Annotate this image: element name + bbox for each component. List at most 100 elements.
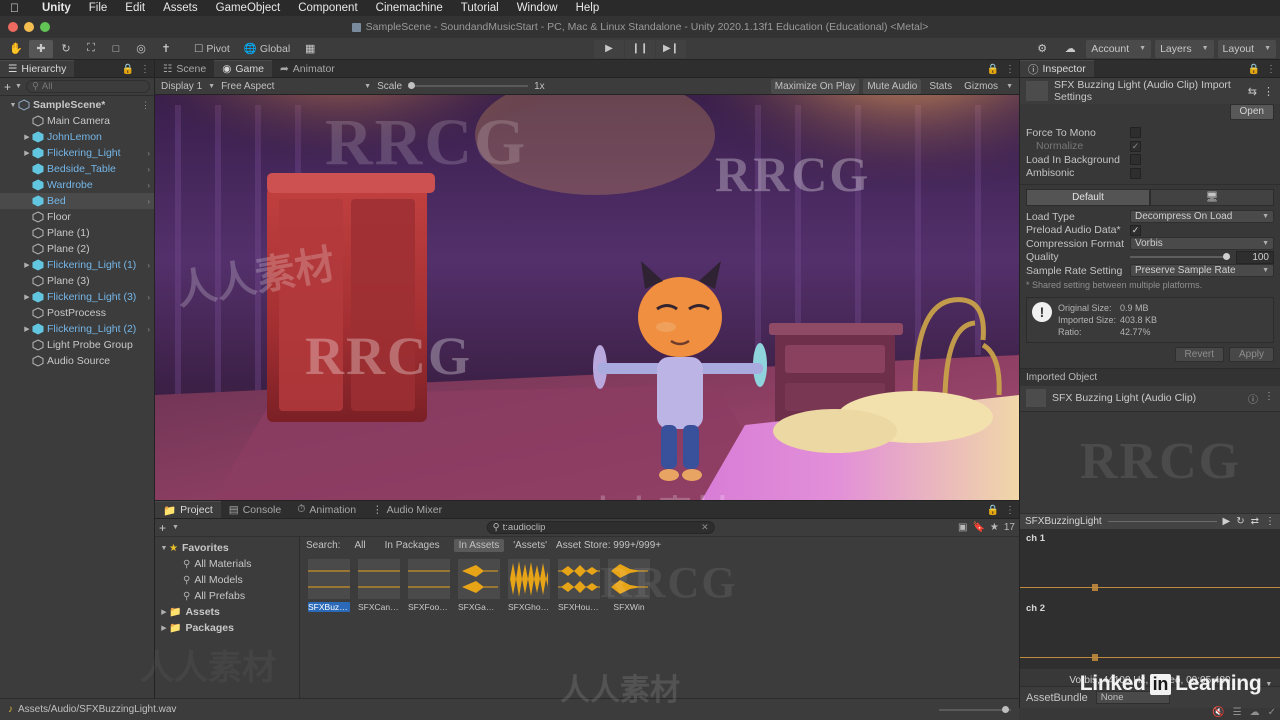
hierarchy-list[interactable]: ▼ SampleScene* ⋮ Main Camera ▶ JohnLemon ▶ Flic… — [0, 96, 154, 708]
expand-prefab-icon[interactable]: › — [147, 293, 150, 302]
chevron-down-icon[interactable]: ▼ — [1265, 681, 1272, 688]
filter-chip-all[interactable]: All — [349, 539, 370, 552]
platform-tab-standalone[interactable]: 🖥 — [1150, 189, 1274, 206]
chevron-down-icon[interactable]: ▼ — [8, 102, 18, 109]
hierarchy-item[interactable]: Wardrobe › — [0, 177, 154, 193]
tab-scene[interactable]: ☷ Scene — [155, 60, 215, 77]
mute-audio-button[interactable]: Mute Audio — [863, 78, 922, 94]
scene-menu-icon[interactable]: ⋮ — [141, 100, 150, 111]
expand-prefab-icon[interactable]: › — [147, 149, 150, 158]
chevron-right-icon[interactable]: ▶ — [22, 325, 32, 333]
stats-button[interactable]: Stats — [925, 79, 956, 94]
menu-icon[interactable]: ⋮ — [1263, 85, 1274, 98]
maximize-button[interactable] — [40, 22, 50, 32]
menu-edit[interactable]: Edit — [116, 2, 154, 14]
menu-icon[interactable]: ⋮ — [1266, 64, 1276, 75]
layers-dropdown[interactable]: Layers ▼ — [1155, 39, 1214, 58]
tab-audio-mixer[interactable]: ⋮ Audio Mixer — [364, 501, 451, 518]
open-button[interactable]: Open — [1229, 104, 1274, 120]
game-view-render[interactable]: RRCG 人人素材 RRCG RRCG 人人素材 — [155, 95, 1019, 500]
project-tree-item[interactable]: ⚲ All Models — [155, 572, 299, 588]
chevron-right-icon[interactable]: ▶ — [159, 624, 169, 632]
hierarchy-item[interactable]: PostProcess — [0, 305, 154, 321]
chevron-right-icon[interactable]: ▶ — [22, 133, 32, 141]
asset-item[interactable]: SFXFootst... — [408, 559, 450, 612]
asset-waveform-thumbnail[interactable] — [608, 559, 650, 599]
asset-waveform-thumbnail[interactable] — [508, 559, 550, 599]
project-folder-tree[interactable]: ▼ ★ Favorites ⚲ All Materials ⚲ All Models ⚲ All… — [155, 537, 300, 708]
asset-waveform-thumbnail[interactable] — [308, 559, 350, 599]
toggle-checkbox[interactable] — [1130, 154, 1141, 166]
asset-waveform-thumbnail[interactable] — [358, 559, 400, 599]
menu-cinemachine[interactable]: Cinemachine — [367, 2, 452, 14]
hierarchy-item[interactable]: ▶ Flickering_Light (3) › — [0, 289, 154, 305]
play-button[interactable]: ▶ — [594, 39, 624, 58]
hierarchy-item[interactable]: Plane (2) — [0, 241, 154, 257]
menu-window[interactable]: Window — [508, 2, 567, 14]
hierarchy-item[interactable]: ▶ JohnLemon — [0, 129, 154, 145]
filter-label-icon[interactable]: 🔖 — [972, 522, 984, 533]
collab-icon[interactable]: ⚙ — [1030, 39, 1055, 58]
menu-gameobject[interactable]: GameObject — [207, 2, 290, 14]
rotate-tool-icon[interactable]: ↻ — [54, 39, 78, 58]
expand-prefab-icon[interactable]: › — [147, 325, 150, 334]
menu-help[interactable]: Help — [567, 2, 609, 14]
menu-unity[interactable]: Unity — [33, 2, 80, 14]
menu-icon[interactable]: ⋮ — [1264, 391, 1274, 406]
tab-animation[interactable]: ⏱ Animation — [289, 501, 365, 518]
chevron-down-icon[interactable]: ▼ — [1006, 83, 1013, 90]
hierarchy-item[interactable]: ▶ Flickering_Light › — [0, 145, 154, 161]
tab-project[interactable]: 📁 Project — [155, 501, 221, 518]
custom-tool-icon[interactable]: ✝ — [154, 39, 178, 58]
thumbnail-size-slider[interactable] — [939, 705, 1011, 713]
hierarchy-item[interactable]: Bedside_Table › — [0, 161, 154, 177]
asset-item[interactable]: SFXCandle — [358, 559, 400, 612]
gizmos-button[interactable]: Gizmos — [960, 79, 1002, 94]
grid-snap-icon[interactable]: ▦ — [298, 39, 323, 58]
menu-assets[interactable]: Assets — [154, 2, 207, 14]
rect-tool-icon[interactable]: □ — [104, 39, 128, 58]
setting-dropdown[interactable]: Vorbis ▼ — [1130, 237, 1274, 251]
window-controls[interactable] — [0, 22, 50, 32]
hierarchy-search-input[interactable]: ⚲ All — [25, 80, 150, 93]
apple-logo-icon[interactable]:  — [10, 1, 19, 15]
preset-icon[interactable]: ⇆ — [1248, 85, 1257, 98]
close-button[interactable] — [8, 22, 18, 32]
play-icon[interactable]: ▶ — [1223, 516, 1231, 527]
asset-item[interactable]: SFXHouse... — [558, 559, 600, 612]
inspector-setting-row[interactable]: Compression Format Vorbis ▼ — [1020, 237, 1280, 251]
help-icon[interactable]: ⓘ — [1248, 391, 1258, 406]
chevron-right-icon[interactable]: ▶ — [22, 293, 32, 301]
hierarchy-item[interactable]: Main Camera — [0, 113, 154, 129]
filter-type-icon[interactable]: ▣ — [958, 522, 967, 533]
chevron-right-icon[interactable]: ▶ — [159, 608, 169, 616]
hierarchy-item[interactable]: Plane (1) — [0, 225, 154, 241]
display-dropdown[interactable]: Display 1 ▼ — [161, 81, 215, 92]
asset-item[interactable]: SFXBuzzin... — [308, 559, 350, 612]
chevron-right-icon[interactable]: ▶ — [22, 261, 32, 269]
chevron-right-icon[interactable]: ▶ — [22, 149, 32, 157]
revert-button[interactable]: Revert — [1174, 346, 1224, 362]
setting-dropdown[interactable]: Preserve Sample Rate ▼ — [1130, 264, 1274, 278]
expand-prefab-icon[interactable]: › — [147, 261, 150, 270]
project-tree-item[interactable]: ▶ 📁 Assets — [155, 604, 299, 620]
setting-dropdown[interactable]: Decompress On Load ▼ — [1130, 210, 1274, 224]
waveform-preview[interactable]: ch 1 ch 2 — [1020, 529, 1280, 669]
aspect-dropdown[interactable]: Free Aspect ▼ — [221, 81, 371, 92]
mute-icon[interactable]: 🔇 — [1212, 707, 1224, 718]
lock-icon[interactable]: 🔒 — [1248, 64, 1260, 75]
minimize-button[interactable] — [24, 22, 34, 32]
move-tool-icon[interactable]: ✚ — [29, 39, 53, 58]
layout-dropdown[interactable]: Layout ▼ — [1217, 39, 1276, 58]
global-toggle[interactable]: 🌐 Global — [237, 39, 297, 58]
project-search-input[interactable]: ⚲ t:audioclip ✕ — [486, 521, 715, 534]
tab-inspector[interactable]: ⓘ Inspector — [1020, 60, 1094, 77]
hierarchy-item[interactable]: ▶ Flickering_Light (1) › — [0, 257, 154, 273]
collab-status-icon[interactable]: ☁ — [1250, 707, 1260, 718]
asset-item[interactable]: SFXGame... — [458, 559, 500, 612]
quality-slider-knob[interactable] — [1223, 253, 1230, 261]
menu-icon[interactable]: ⋮ — [140, 64, 150, 75]
toggle-checkbox[interactable]: ✓ — [1130, 140, 1141, 152]
tab-hierarchy[interactable]: ☰ Hierarchy — [0, 60, 75, 77]
project-create-button[interactable]: + — [159, 521, 166, 535]
